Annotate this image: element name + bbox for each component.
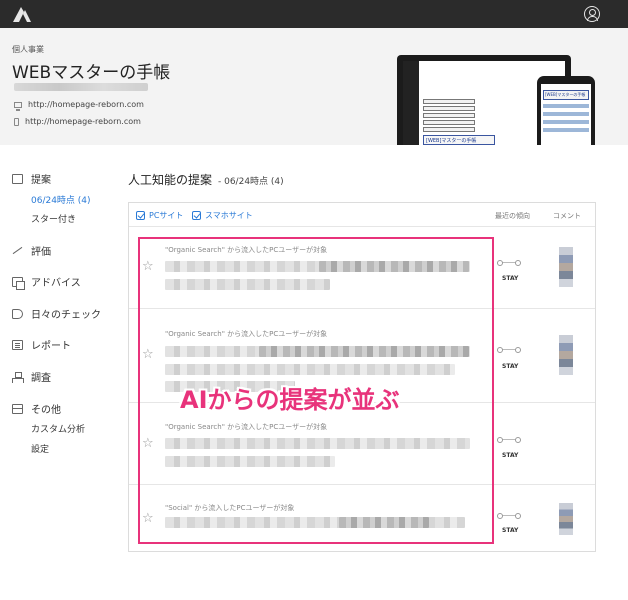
sidebar-item-label: 評価 [31, 247, 51, 258]
site-header: 個人事業 WEBマスターの手帳 http://homepage-reborn.c… [0, 28, 628, 145]
sidebar-item-label: 提案 [31, 175, 51, 186]
phone-bar [543, 104, 589, 108]
trend-indicator-icon [497, 260, 521, 266]
sidebar-item-settings[interactable]: 設定 [31, 442, 49, 455]
pc-url[interactable]: http://homepage-reborn.com [28, 100, 144, 109]
laptop-banner: [WEB]マスターの手帳 [423, 135, 495, 145]
sidebar-item-label: 日々のチェック [31, 310, 101, 321]
laptop-sidebar [403, 61, 419, 145]
filter-label: スマホサイト [205, 211, 253, 220]
trend-indicator-icon [497, 437, 521, 443]
phone-banner: [WEB]マスターの手帳 [543, 90, 589, 100]
sidebar-item-label: レポート [31, 341, 71, 352]
document-icon [12, 339, 23, 350]
sidebar-item-label: アドバイス [31, 278, 81, 289]
site-title: WEBマスターの手帳 [12, 63, 171, 83]
trend-status: STAY [502, 452, 519, 459]
logo-icon[interactable] [12, 5, 32, 23]
phone-screen: [WEB]マスターの手帳 [541, 84, 591, 145]
chart-icon [12, 173, 23, 184]
top-bar [0, 0, 628, 28]
checkbox-checked-icon[interactable] [192, 211, 201, 220]
trend-status: STAY [502, 527, 519, 534]
phone-bar [543, 112, 589, 116]
sidebar-item-label: その他 [31, 405, 61, 416]
laptop-menu-line [423, 99, 475, 104]
laptop-menu-line [423, 120, 475, 125]
sidebar-item-starred[interactable]: スター付き [31, 212, 76, 225]
comment-thumbnail[interactable] [559, 247, 573, 287]
filter-pc-site[interactable]: PCサイト [136, 210, 183, 221]
sidebar-item-daily-check[interactable]: 日々のチェック [12, 306, 101, 321]
sidebar-item-label: 調査 [31, 373, 51, 384]
comment-thumbnail[interactable] [559, 503, 573, 535]
phone-preview: [WEB]マスターの手帳 [537, 76, 595, 145]
laptop-menu-line [423, 106, 475, 111]
laptop-menu-line [423, 127, 475, 132]
annotation-text: AIからの提案が並ぶ [180, 386, 400, 414]
box-icon [12, 403, 23, 414]
page-title: 人工知能の提案 [128, 173, 213, 187]
filter-label: PCサイト [149, 211, 184, 220]
page-date: - 06/24時点 (4) [218, 177, 284, 187]
phone-bar [543, 120, 589, 124]
megaphone-icon [12, 308, 23, 319]
phone-bar [543, 128, 589, 132]
trend-line-icon [12, 246, 23, 256]
trend-indicator-icon [497, 513, 521, 519]
sidebar-item-research[interactable]: 調査 [12, 369, 51, 384]
laptop-menu-line [423, 113, 475, 118]
monitor-icon [14, 101, 22, 111]
business-label: 個人事業 [12, 45, 44, 54]
blurred-subtitle [14, 83, 148, 91]
sp-url[interactable]: http://homepage-reborn.com [25, 117, 141, 126]
pc-url-row: http://homepage-reborn.com [14, 100, 144, 111]
trend-status: STAY [502, 363, 519, 370]
user-account-icon[interactable] [584, 6, 600, 22]
trend-status: STAY [502, 275, 519, 282]
sidebar-item-other[interactable]: その他 [12, 401, 61, 416]
filter-smartphone-site[interactable]: スマホサイト [192, 210, 253, 221]
trend-indicator-icon [497, 347, 521, 353]
sidebar-item-date[interactable]: 06/24時点 (4) [31, 193, 91, 206]
sidebar-item-advice[interactable]: アドバイス [12, 274, 81, 290]
sp-url-row: http://homepage-reborn.com [14, 117, 141, 126]
sidebar-item-suggestions[interactable]: 提案 [12, 171, 51, 186]
comment-thumbnail[interactable] [559, 335, 573, 375]
sidebar-item-custom-analysis[interactable]: カスタム分析 [31, 422, 85, 435]
panel-header: PCサイト スマホサイト 最近の傾向 コメント [129, 203, 595, 227]
sidebar-item-evaluation[interactable]: 評価 [12, 243, 51, 258]
copy-icon [12, 276, 25, 290]
checkbox-checked-icon[interactable] [136, 211, 145, 220]
sidebar-item-report[interactable]: レポート [12, 337, 71, 352]
column-header-trend: 最近の傾向 [495, 212, 530, 220]
column-header-comment: コメント [553, 212, 581, 220]
sitemap-icon [12, 371, 24, 383]
smartphone-icon [14, 117, 19, 126]
